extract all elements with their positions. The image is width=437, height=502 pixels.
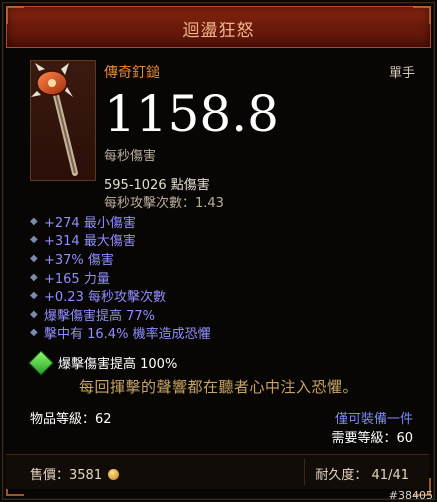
damage-range: 595-1026 點傷害 — [104, 178, 210, 193]
durability: 耐久度： 41/41 — [315, 468, 409, 483]
stat-line: ◆ +0.23 每秒攻擊次數 — [30, 290, 166, 306]
corner-ornament — [413, 6, 431, 24]
stat-line: ◆ +37% 傷害 — [30, 252, 114, 268]
bullet-icon: ◆ — [30, 327, 38, 339]
stat-line: ◆ 爆擊傷害提高 77% — [30, 308, 156, 324]
bullet-icon: ◆ — [30, 215, 38, 227]
dps-value: 1158.8 — [104, 85, 279, 143]
required-level: 需要等級：60 — [331, 431, 413, 446]
item-type: 傳奇釘鎚 — [104, 65, 160, 81]
stat-line: ◆ +314 最大傷害 — [30, 234, 136, 250]
unique-equipped: 僅可裝備一件 — [334, 412, 413, 427]
bullet-icon: ◆ — [30, 271, 38, 283]
tooltip-footer: 售價：3581 耐久度： 41/41 — [6, 454, 429, 489]
item-level: 物品等級：62 — [30, 412, 112, 427]
bullet-icon: ◆ — [30, 308, 38, 320]
bullet-icon: ◆ — [30, 252, 38, 264]
green-gem-icon — [28, 349, 54, 376]
dps-label: 每秒傷害 — [104, 149, 157, 164]
sell-price: 售價：3581 — [30, 464, 120, 483]
item-name: 迴盪狂怒 — [182, 21, 255, 41]
bullet-icon: ◆ — [30, 234, 38, 246]
socket-bonus: 爆擊傷害提高 100% — [58, 357, 178, 372]
corner-ornament — [6, 6, 24, 24]
hand-type: 單手 — [388, 66, 415, 81]
item-icon — [30, 60, 96, 181]
stat-line: ◆ +274 最小傷害 — [30, 215, 136, 231]
bullet-icon: ◆ — [30, 290, 38, 302]
attacks-per-second: 每秒攻擊次數：1.43 — [104, 196, 224, 211]
stat-line: ◆ +165 力量 — [30, 271, 110, 287]
footer-divider — [304, 459, 305, 485]
stat-line: ◆ 擊中有 16.4% 機率造成恐懼 — [30, 327, 211, 343]
post-tag: #38405 — [388, 489, 433, 502]
flavor-text: 每回揮擊的聲響都在聽者心中注入恐懼。 — [78, 378, 358, 396]
stat-list: ◆ +274 最小傷害 ◆ +314 最大傷害 ◆ +37% 傷害 ◆ +165 力量 … — [30, 212, 420, 343]
gold-coin-icon — [108, 469, 120, 480]
item-header: 迴盪狂怒 — [6, 6, 431, 48]
mace-icon — [31, 63, 78, 176]
socket-row: 爆擊傷害提高 100% — [28, 349, 178, 376]
